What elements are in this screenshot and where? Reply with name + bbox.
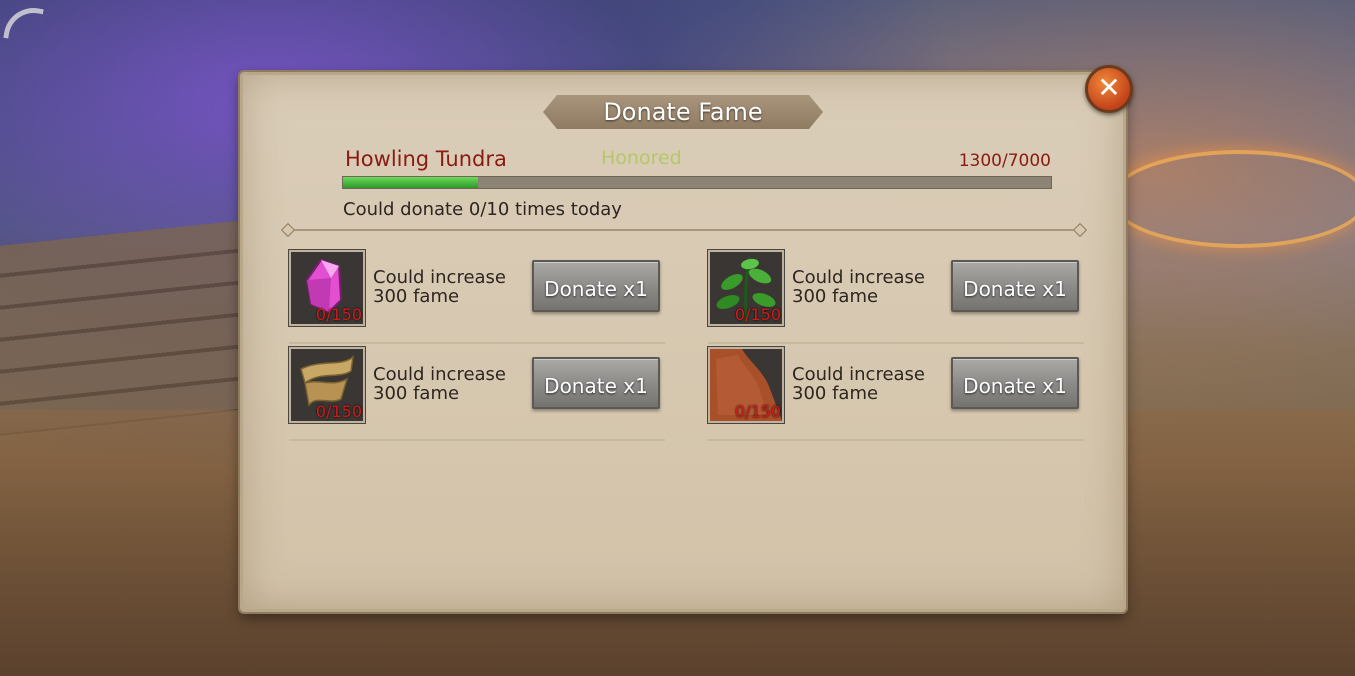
item-desc-line1: Could increase [792, 364, 926, 385]
item-desc-line1: Could increase [792, 267, 926, 288]
donation-item: 0/150 Could increase 300 fame Donate x1 [289, 250, 665, 344]
item-count: 0/150 [734, 305, 781, 324]
item-count: 0/150 [315, 305, 362, 324]
item-description: Could increase 300 fame [792, 365, 925, 403]
dialog-title: Donate Fame [603, 98, 763, 126]
item-description: Could increase 300 fame [373, 365, 506, 403]
divider [289, 229, 1079, 231]
donate-fame-dialog: Donate Fame ✕ Howling Tundra Honored 130… [240, 65, 1133, 612]
donation-item: 0/150 Could increase 300 fame Donate x1 [289, 347, 665, 441]
fame-progress-fill [343, 177, 478, 188]
item-desc-line2: 300 fame [373, 286, 460, 307]
magic-ring-effect [1110, 150, 1355, 248]
item-desc-line2: 300 fame [792, 383, 879, 404]
donate-limit-text: Could donate 0/10 times today [343, 199, 622, 220]
donation-item: 0/150 Could increase 300 fame Donate x1 [708, 347, 1084, 441]
faction-name: Howling Tundra [345, 147, 507, 171]
item-slot[interactable]: 0/150 [708, 250, 784, 326]
donate-button[interactable]: Donate x1 [532, 357, 660, 409]
donate-button[interactable]: Donate x1 [951, 357, 1079, 409]
donation-item: 0/150 Could increase 300 fame Donate x1 [708, 250, 1084, 344]
item-desc-line2: 300 fame [792, 286, 879, 307]
donate-button[interactable]: Donate x1 [951, 260, 1079, 312]
item-slot[interactable]: 0/150 [708, 347, 784, 423]
item-description: Could increase 300 fame [373, 268, 506, 306]
fame-progress-bar [342, 176, 1052, 189]
item-desc-line1: Could increase [373, 267, 507, 288]
item-count: 0/150 [734, 402, 781, 421]
close-button[interactable]: ✕ [1085, 65, 1133, 113]
item-slot[interactable]: 0/150 [289, 347, 365, 423]
fame-count: 1300/7000 [958, 151, 1051, 171]
donate-button[interactable]: Donate x1 [532, 260, 660, 312]
item-desc-line2: 300 fame [373, 383, 460, 404]
item-desc-line1: Could increase [373, 364, 507, 385]
rank-label: Honored [601, 147, 682, 169]
item-count: 0/150 [315, 402, 362, 421]
close-icon: ✕ [1097, 71, 1121, 104]
signal-icon [3, 3, 44, 44]
item-slot[interactable]: 0/150 [289, 250, 365, 326]
item-description: Could increase 300 fame [792, 268, 925, 306]
